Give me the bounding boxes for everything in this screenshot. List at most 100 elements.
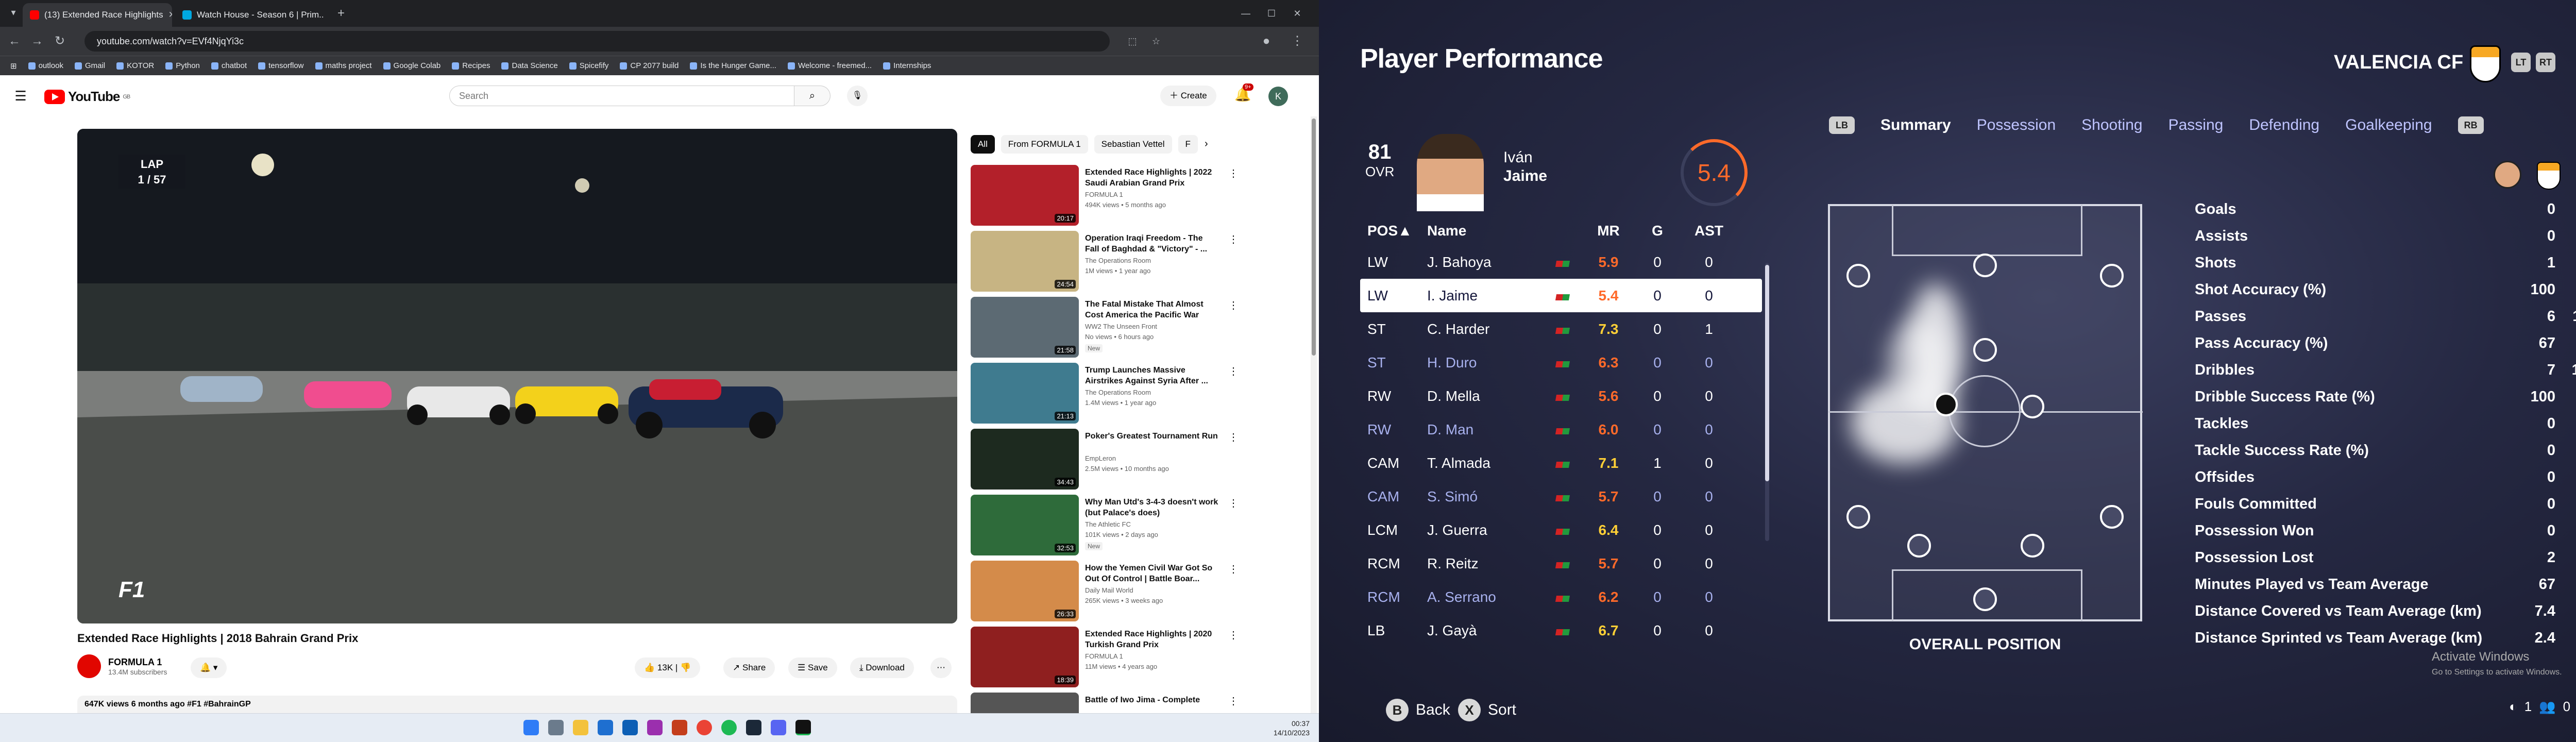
more-actions-icon[interactable]: ⋯ bbox=[930, 657, 952, 678]
bookmark-item[interactable]: Welcome - freemed... bbox=[787, 61, 872, 70]
table-scrollbar-thumb[interactable] bbox=[1765, 265, 1769, 481]
list-item[interactable]: 21:58 The Fatal Mistake That Almost Cost … bbox=[971, 297, 1311, 363]
bookmark-item[interactable]: Gmail bbox=[74, 61, 105, 70]
col-name[interactable]: Name bbox=[1427, 223, 1556, 239]
list-item[interactable]: 24:54 Operation Iraqi Freedom - The Fall … bbox=[971, 231, 1311, 297]
bookmark-item[interactable]: Recipes bbox=[452, 61, 490, 70]
game-app-icon[interactable] bbox=[795, 720, 811, 735]
rec-title[interactable]: Extended Race Highlights | 2020 Turkish … bbox=[1085, 629, 1219, 650]
more-vert-icon[interactable]: ⋮ bbox=[1228, 233, 1239, 246]
video-player[interactable]: LAP 1 / 57 F1 bbox=[77, 129, 957, 623]
menu-kebab-icon[interactable]: ⋮ bbox=[1288, 32, 1307, 50]
bookmark-item[interactable]: CP 2077 build bbox=[620, 61, 679, 70]
filter-chip[interactable]: All bbox=[971, 135, 995, 154]
bookmark-item[interactable]: Internships bbox=[883, 61, 931, 70]
rec-title[interactable]: The Fatal Mistake That Almost Cost Ameri… bbox=[1085, 299, 1219, 321]
video-thumbnail[interactable]: 34:43 bbox=[971, 429, 1079, 490]
file-explorer-icon[interactable] bbox=[573, 720, 588, 735]
list-item[interactable]: 18:39 Extended Race Highlights | 2020 Tur… bbox=[971, 627, 1311, 693]
rec-channel[interactable]: The Operations Room bbox=[1085, 389, 1151, 396]
share-button[interactable]: ↗ Share bbox=[723, 657, 775, 678]
table-row[interactable]: ST H. Duro 6.3 0 0 bbox=[1360, 346, 1762, 379]
rec-title[interactable]: Why Man Utd's 3-4-3 doesn't work (but Pa… bbox=[1085, 497, 1219, 518]
bookmark-item[interactable]: maths project bbox=[315, 61, 372, 70]
create-button[interactable]: ＋ Create bbox=[1160, 86, 1216, 106]
bookmark-item[interactable]: Is the Hunger Game... bbox=[690, 61, 776, 70]
more-vert-icon[interactable]: ⋮ bbox=[1228, 431, 1239, 444]
filter-chip[interactable]: Sebastian Vettel bbox=[1094, 135, 1172, 154]
hamburger-menu-icon[interactable]: ☰ bbox=[11, 87, 30, 105]
avatar[interactable]: K bbox=[1268, 87, 1288, 106]
table-row[interactable]: RW D. Mella 5.6 0 0 bbox=[1360, 379, 1762, 413]
minimize-icon[interactable]: — bbox=[1236, 4, 1255, 23]
onenote-icon[interactable] bbox=[647, 720, 663, 735]
system-clock[interactable]: 00:37 14/10/2023 bbox=[1274, 719, 1310, 737]
list-item[interactable]: 20:17 Extended Race Highlights | 2022 Sau… bbox=[971, 165, 1311, 231]
table-row[interactable]: LCM J. Guerra 6.4 0 0 bbox=[1360, 513, 1762, 547]
lt-button[interactable]: LT bbox=[2511, 53, 2531, 72]
rec-title[interactable]: How the Yemen Civil War Got So Out Of Co… bbox=[1085, 563, 1219, 584]
maximize-icon[interactable]: ☐ bbox=[1262, 4, 1281, 23]
channel-avatar[interactable] bbox=[77, 654, 101, 678]
table-row[interactable]: ST C. Harder 7.3 0 1 bbox=[1360, 312, 1762, 346]
more-vert-icon[interactable]: ⋮ bbox=[1228, 497, 1239, 510]
bookmark-item[interactable]: outlook bbox=[28, 61, 63, 70]
rec-channel[interactable]: FORMULA 1 bbox=[1085, 191, 1123, 198]
video-thumbnail[interactable]: 24:54 bbox=[971, 231, 1079, 292]
bookmark-item[interactable]: Python bbox=[165, 61, 200, 70]
chrome-icon[interactable] bbox=[697, 720, 712, 735]
table-row[interactable]: CAM T. Almada 7.1 1 0 bbox=[1360, 446, 1762, 480]
steam-icon[interactable] bbox=[746, 720, 761, 735]
list-item[interactable]: 32:53 Why Man Utd's 3-4-3 doesn't work (b… bbox=[971, 495, 1311, 561]
tab-youtube[interactable]: (13) Extended Race Highlights ✕ bbox=[23, 3, 172, 27]
settings-gear-icon[interactable] bbox=[548, 720, 564, 735]
office-icon[interactable] bbox=[672, 720, 687, 735]
bookmark-item[interactable]: Data Science bbox=[501, 61, 558, 70]
tab-goalkeeping[interactable]: Goalkeeping bbox=[2345, 116, 2432, 134]
apps-grid-icon[interactable]: ⊞ bbox=[10, 61, 17, 71]
video-thumbnail[interactable]: 21:13 bbox=[971, 363, 1079, 424]
spotify-icon[interactable] bbox=[721, 720, 737, 735]
table-row[interactable]: LW J. Bahoya 5.9 0 0 bbox=[1360, 245, 1762, 279]
rec-title[interactable]: Operation Iraqi Freedom - The Fall of Ba… bbox=[1085, 233, 1219, 255]
notifications-bell-icon[interactable]: 🔔 9+ bbox=[1234, 83, 1253, 103]
bookmark-item[interactable]: Spicefify bbox=[569, 61, 608, 70]
rec-channel[interactable]: The Athletic FC bbox=[1085, 520, 1131, 528]
bookmark-item[interactable]: chatbot bbox=[211, 61, 247, 70]
video-thumbnail[interactable]: 26:33 bbox=[971, 561, 1079, 621]
bookmark-item[interactable]: Google Colab bbox=[383, 61, 440, 70]
tab-shooting[interactable]: Shooting bbox=[2081, 116, 2142, 134]
more-vert-icon[interactable]: ⋮ bbox=[1228, 365, 1239, 378]
rec-title[interactable]: Poker's Greatest Tournament Run bbox=[1085, 431, 1219, 442]
rec-channel[interactable]: FORMULA 1 bbox=[1085, 652, 1123, 660]
tab-search-icon[interactable]: ▾ bbox=[4, 3, 23, 22]
rec-title[interactable]: Extended Race Highlights | 2022 Saudi Ar… bbox=[1085, 167, 1219, 189]
profile-icon[interactable]: ● bbox=[1257, 32, 1276, 50]
more-vert-icon[interactable]: ⋮ bbox=[1228, 563, 1239, 576]
reload-icon[interactable]: ↻ bbox=[50, 32, 69, 50]
rec-title[interactable]: Battle of Iwo Jima - Complete bbox=[1085, 695, 1219, 705]
list-item[interactable]: 34:43 Poker's Greatest Tournament Run EmpL… bbox=[971, 429, 1311, 495]
rec-channel[interactable]: The Operations Room bbox=[1085, 257, 1151, 264]
discord-icon[interactable] bbox=[771, 720, 786, 735]
outlook-icon[interactable] bbox=[598, 720, 613, 735]
tab-prime[interactable]: Watch House - Season 6 | Prim... ✕ bbox=[175, 3, 325, 27]
table-row[interactable]: CAM S. Simó 5.7 0 0 bbox=[1360, 480, 1762, 513]
table-row[interactable]: RCM A. Serrano 6.2 0 0 bbox=[1360, 580, 1762, 614]
list-item[interactable]: 21:13 Trump Launches Massive Airstrikes A… bbox=[971, 363, 1311, 429]
table-row[interactable]: RCM R. Reitz 5.7 0 0 bbox=[1360, 547, 1762, 580]
like-button[interactable]: 👍 13K | 👎 bbox=[635, 657, 701, 678]
table-row[interactable]: LW I. Jaime 5.4 0 0 bbox=[1360, 279, 1762, 312]
rec-channel[interactable]: Daily Mail World bbox=[1085, 586, 1133, 594]
search-input[interactable]: Search bbox=[449, 86, 794, 106]
filter-chip[interactable]: From FORMULA 1 bbox=[1001, 135, 1088, 154]
bookmark-item[interactable]: KOTOR bbox=[116, 61, 154, 70]
back-button[interactable]: B Back bbox=[1386, 699, 1450, 721]
close-icon[interactable]: ✕ bbox=[168, 10, 172, 20]
rec-title[interactable]: Trump Launches Massive Airstrikes Agains… bbox=[1085, 365, 1219, 386]
sort-button[interactable]: X Sort bbox=[1458, 699, 1516, 721]
rb-button[interactable]: RB bbox=[2458, 116, 2484, 134]
filter-chip[interactable]: F bbox=[1178, 135, 1198, 154]
lb-button[interactable]: LB bbox=[1829, 116, 1855, 134]
col-mr[interactable]: MR bbox=[1583, 223, 1634, 239]
